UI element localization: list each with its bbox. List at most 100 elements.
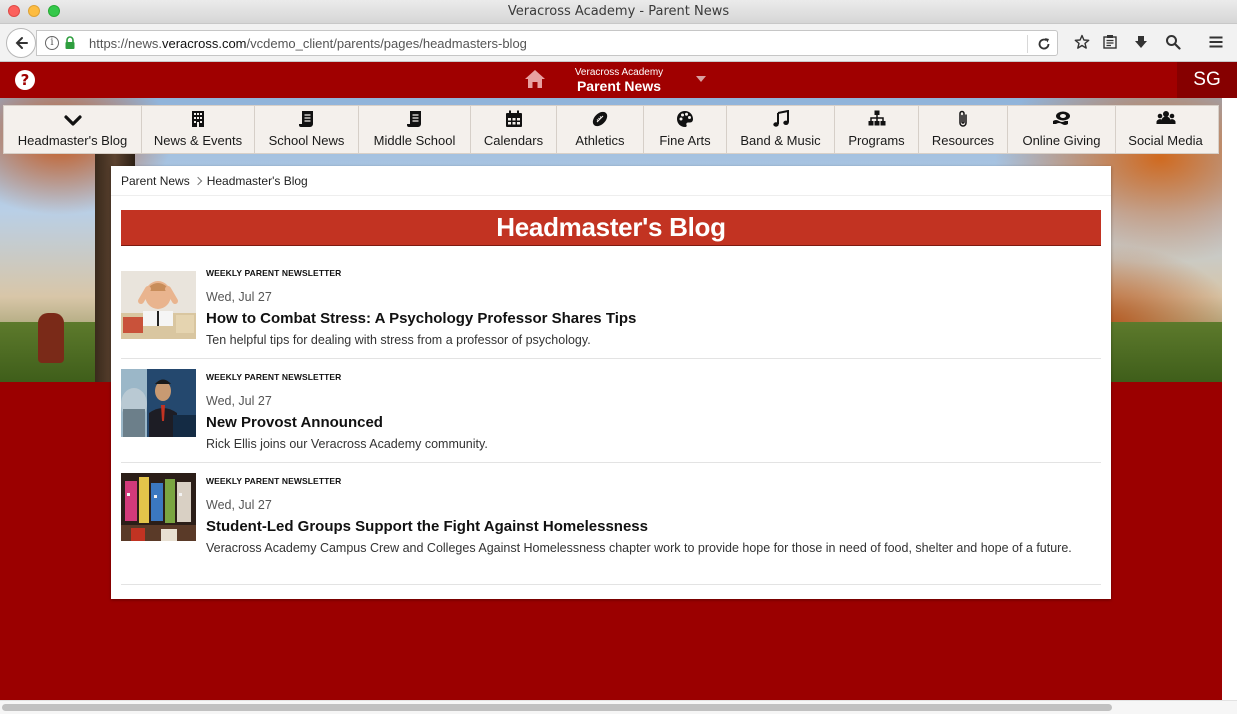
reload-button[interactable] [1035, 35, 1053, 53]
menu-icon [1209, 36, 1223, 48]
page-right-gutter [1222, 98, 1237, 700]
nav-item-online-giving[interactable]: Online Giving [1008, 106, 1116, 153]
nav-label: School News [268, 133, 345, 148]
blog-post-item[interactable]: WEEKLY PARENT NEWSLETTER Wed, Jul 27 New… [121, 359, 1101, 463]
window-titlebar: Veracross Academy - Parent News [0, 0, 1237, 24]
post-date: Wed, Jul 27 [206, 498, 272, 512]
breadcrumb-root-link[interactable]: Parent News [121, 174, 190, 188]
browser-toolbar: i https://news.veracross.com/vcdemo_clie… [0, 24, 1237, 62]
home-icon[interactable] [524, 69, 546, 89]
nav-label: Band & Music [740, 133, 821, 148]
nav-item-fine-arts[interactable]: Fine Arts [644, 106, 727, 153]
brand-school-name: Veracross Academy [574, 67, 664, 78]
post-date: Wed, Jul 27 [206, 394, 272, 408]
lock-icon [65, 36, 75, 49]
post-description: Ten helpful tips for dealing with stress… [206, 333, 591, 347]
page-title-bar: Headmaster's Blog [121, 210, 1101, 246]
music-note-icon [772, 110, 789, 127]
nav-item-social-media[interactable]: Social Media [1116, 106, 1215, 153]
post-thumbnail-donations[interactable] [121, 473, 196, 541]
post-thumbnail-provost[interactable] [121, 369, 196, 437]
nav-item-athletics[interactable]: Athletics [557, 106, 644, 153]
back-button[interactable] [6, 28, 36, 58]
nav-item-middle-school[interactable]: Middle School [359, 106, 471, 153]
users-icon [1156, 111, 1175, 124]
url-path: /vcdemo_client/parents/pages/headmasters… [246, 36, 527, 51]
breadcrumb-divider [111, 195, 1111, 196]
nav-label: Headmaster's Blog [17, 133, 128, 148]
nav-label: Programs [848, 133, 905, 148]
downloads-button[interactable] [1131, 32, 1151, 52]
building-icon [192, 111, 204, 127]
nav-label: Resources [931, 133, 995, 148]
horizontal-scrollbar-thumb[interactable] [2, 704, 1112, 711]
nav-label: Athletics [575, 133, 625, 148]
reload-icon [1038, 38, 1050, 50]
chevron-down-icon [63, 115, 82, 126]
nav-item-school-news[interactable]: School News [255, 106, 359, 153]
nav-label: News & Events [153, 133, 243, 148]
post-category: WEEKLY PARENT NEWSLETTER [206, 372, 342, 382]
blog-post-item[interactable]: WEEKLY PARENT NEWSLETTER Wed, Jul 27 Stu… [121, 463, 1101, 585]
nav-item-programs[interactable]: Programs [835, 106, 919, 153]
address-bar[interactable]: i https://news.veracross.com/vcdemo_clie… [36, 30, 1058, 56]
url-domain: veracross.com [161, 36, 247, 51]
nav-item-band-music[interactable]: Band & Music [727, 106, 835, 153]
post-description: Rick Ellis joins our Veracross Academy c… [206, 437, 488, 451]
info-icon[interactable]: i [45, 36, 59, 50]
search-button[interactable] [1163, 32, 1183, 52]
user-avatar[interactable]: SG [1177, 62, 1237, 98]
back-icon [15, 37, 28, 49]
main-nav: Headmaster's Blog News & Events School N… [3, 105, 1219, 154]
portal-switcher-caret-icon[interactable] [696, 76, 706, 82]
nav-label: Online Giving [1022, 133, 1101, 148]
brand-portal-name: Parent News [576, 78, 662, 94]
site-header: ? Veracross Academy Parent News SG [0, 62, 1237, 98]
reader-icon [1103, 35, 1117, 49]
site-brand[interactable]: Veracross Academy Parent News [566, 67, 672, 95]
url-text[interactable]: https://news.veracross.com/vcdemo_client… [89, 36, 527, 51]
download-icon [1135, 36, 1147, 48]
sitemap-icon [868, 110, 885, 126]
post-title-link[interactable]: How to Combat Stress: A Psychology Profe… [206, 310, 636, 327]
url-prefix: https://news. [89, 36, 162, 51]
scroll-icon [298, 111, 313, 127]
nav-label: Middle School [373, 133, 456, 148]
nav-label: Calendars [483, 133, 544, 148]
horizontal-scrollbar[interactable] [0, 700, 1237, 714]
star-icon [1074, 34, 1090, 49]
content-card: Parent News Headmaster's Blog Headmaster… [111, 166, 1111, 599]
blog-post-item[interactable]: WEEKLY PARENT NEWSLETTER Wed, Jul 27 How… [121, 266, 1101, 359]
post-title-link[interactable]: New Provost Announced [206, 414, 383, 431]
reader-view-button[interactable] [1100, 32, 1120, 52]
post-thumbnail-stressed-child[interactable] [121, 271, 196, 339]
post-title-link[interactable]: Student-Led Groups Support the Fight Aga… [206, 518, 648, 535]
post-category: WEEKLY PARENT NEWSLETTER [206, 268, 342, 278]
paperclip-icon [959, 110, 967, 127]
post-description: Veracross Academy Campus Crew and Colleg… [206, 541, 1072, 555]
chevron-right-icon [193, 176, 202, 186]
browser-menu-button[interactable] [1206, 32, 1226, 52]
calendar-icon [505, 110, 522, 127]
nav-item-resources[interactable]: Resources [919, 106, 1008, 153]
url-divider [1027, 35, 1028, 53]
bookmark-star-button[interactable] [1072, 32, 1092, 52]
football-icon [592, 111, 608, 127]
search-icon [1166, 35, 1181, 50]
money-icon [1052, 111, 1070, 125]
nav-label: Social Media [1128, 133, 1203, 148]
help-icon[interactable]: ? [15, 70, 35, 90]
breadcrumb: Parent News Headmaster's Blog [121, 174, 308, 188]
scroll-icon [406, 111, 421, 127]
hero-seated-person [38, 313, 64, 363]
nav-item-headmasters-blog[interactable]: Headmaster's Blog [4, 106, 142, 153]
nav-item-calendars[interactable]: Calendars [471, 106, 557, 153]
nav-item-news-events[interactable]: News & Events [142, 106, 255, 153]
page-title: Headmaster's Blog [496, 212, 726, 242]
breadcrumb-current: Headmaster's Blog [206, 174, 308, 188]
nav-label: Fine Arts [659, 133, 711, 148]
post-date: Wed, Jul 27 [206, 290, 272, 304]
palette-icon [677, 111, 693, 127]
post-category: WEEKLY PARENT NEWSLETTER [206, 476, 342, 486]
window-title: Veracross Academy - Parent News [507, 4, 730, 19]
